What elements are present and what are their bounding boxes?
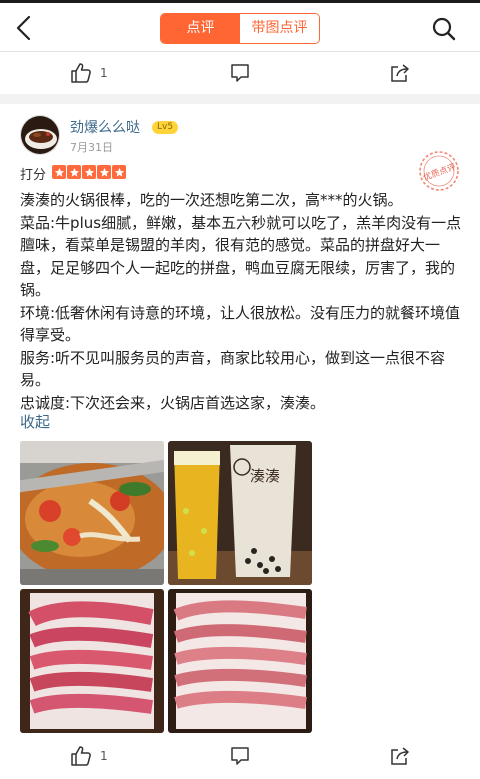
drinks-photo[interactable]: 湊湊 bbox=[168, 441, 312, 585]
like-count: 1 bbox=[100, 749, 108, 763]
back-icon[interactable] bbox=[12, 13, 40, 43]
comment-button[interactable] bbox=[229, 735, 251, 777]
like-count: 1 bbox=[100, 66, 108, 80]
star-icon bbox=[82, 165, 96, 179]
review-paragraph: 环境:低奢休闲有诗意的环境，让人很放松。没有压力的就餐环境值得享受。 bbox=[20, 303, 461, 345]
review-body: 湊湊的火锅很棒，吃的一次还想吃第二次，高***的火锅。 菜品:牛plus细腻，鲜… bbox=[20, 189, 464, 414]
search-icon[interactable] bbox=[430, 15, 458, 43]
quality-review-stamp: 优质点评 bbox=[418, 150, 460, 192]
tab-photo-reviews[interactable]: 带图点评 bbox=[240, 14, 319, 43]
review-date: 7月31日 bbox=[70, 141, 113, 154]
avatar[interactable] bbox=[20, 115, 60, 155]
star-icon bbox=[97, 165, 111, 179]
level-badge: Lv5 bbox=[152, 121, 179, 134]
review-paragraph: 忠诚度:下次还会来，火锅店首选这家，湊湊。 bbox=[20, 393, 326, 412]
comment-button[interactable] bbox=[229, 52, 251, 94]
comment-icon bbox=[229, 62, 251, 84]
username[interactable]: 劲爆么么哒 bbox=[70, 117, 140, 137]
lamb-slices-photo[interactable] bbox=[168, 589, 312, 733]
like-button[interactable]: 1 bbox=[70, 52, 108, 94]
hotpot-photo[interactable] bbox=[20, 441, 164, 585]
review-paragraph: 菜品:牛plus细腻，鲜嫩，基本五六秒就可以吃了，羔羊肉没有一点膻味，看菜单是锡… bbox=[20, 213, 462, 300]
share-button[interactable] bbox=[389, 735, 411, 777]
tab-reviews[interactable]: 点评 bbox=[161, 14, 240, 43]
stamp-text: 优质点评 bbox=[422, 161, 458, 183]
top-bar: 点评 带图点评 bbox=[0, 0, 480, 52]
review-actions: 1 bbox=[0, 735, 480, 777]
thumbs-up-icon bbox=[70, 62, 92, 84]
star-icon bbox=[67, 165, 81, 179]
share-button[interactable] bbox=[389, 52, 411, 94]
comment-icon bbox=[229, 745, 251, 767]
cup-logo-text: 湊湊 bbox=[250, 467, 280, 485]
star-rating bbox=[52, 165, 126, 179]
previous-review-actions: 1 bbox=[0, 52, 480, 94]
review-tab-switch: 点评 带图点评 bbox=[160, 13, 320, 44]
star-icon bbox=[112, 165, 126, 179]
thumbs-up-icon bbox=[70, 745, 92, 767]
collapse-link[interactable]: 收起 bbox=[20, 411, 50, 432]
score-label: 打分 bbox=[20, 168, 47, 183]
share-icon bbox=[389, 62, 411, 84]
share-icon bbox=[389, 745, 411, 767]
star-icon bbox=[52, 165, 66, 179]
review-paragraph: 服务:听不见叫服务员的声音，商家比较用心，做到这一点很不容易。 bbox=[20, 348, 446, 390]
beef-slices-photo[interactable] bbox=[20, 589, 164, 733]
review-paragraph: 湊湊的火锅很棒，吃的一次还想吃第二次，高***的火锅。 bbox=[20, 191, 403, 209]
like-button[interactable]: 1 bbox=[70, 735, 108, 777]
section-divider bbox=[0, 94, 480, 104]
